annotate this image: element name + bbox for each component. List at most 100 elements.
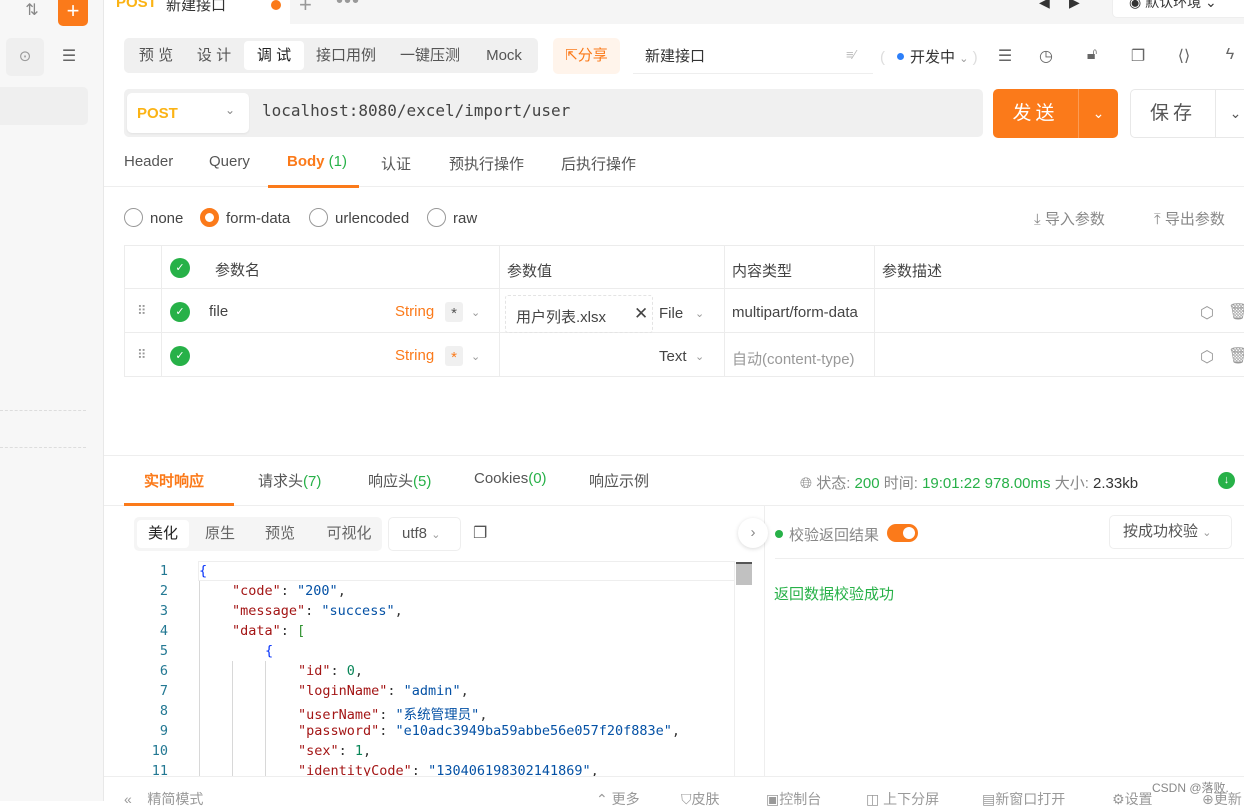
import-export-icon[interactable]: ⇅ [20, 0, 44, 22]
scrollbar-thumb[interactable] [736, 562, 752, 585]
tab-pretty[interactable]: 美化 [137, 520, 189, 548]
content-type-input[interactable]: 自动(content-type) [732, 348, 855, 369]
console-button[interactable]: ▣控制台 [766, 789, 821, 809]
value-type-select[interactable]: File [659, 305, 683, 322]
add-button[interactable]: + [58, 0, 88, 26]
trash-icon[interactable]: 🗑︎ [1228, 346, 1244, 366]
drag-handle-icon[interactable]: ⠿ [137, 303, 146, 319]
param-name-input[interactable]: file [209, 303, 228, 320]
row-checkbox[interactable]: ✓ [170, 346, 190, 366]
tab-mock[interactable]: Mock [474, 41, 534, 70]
tab-query[interactable]: Query [209, 153, 250, 170]
tab-visualize[interactable]: 可视化 [317, 520, 381, 548]
tab-live-response[interactable]: 实时响应 [144, 470, 204, 491]
split-view-button[interactable]: ◫ 上下分屏 [866, 789, 939, 809]
cube-icon[interactable]: ⬡ [1200, 347, 1214, 367]
save-options-chevron-icon[interactable]: ⌄ [1215, 90, 1244, 137]
export-params-button[interactable]: ⤒ 导出参数 [1154, 208, 1225, 229]
api-name-input[interactable]: 新建接口 [633, 38, 873, 74]
flash-icon[interactable]: ϟ [1220, 46, 1240, 64]
url-input[interactable] [262, 101, 962, 120]
tab-cookies[interactable]: Cookies(0) [474, 470, 547, 487]
outline-icon[interactable]: ☰ [995, 46, 1015, 66]
required-toggle[interactable]: * [445, 302, 463, 322]
more-button[interactable]: ⌃ 更多 [596, 789, 640, 809]
copy-icon[interactable]: ❐ [1128, 46, 1148, 66]
share-button[interactable]: ⇱分享 [553, 38, 620, 74]
chevron-down-icon[interactable]: ⌄ [695, 350, 704, 363]
code-token: , [394, 603, 403, 619]
trash-icon[interactable]: 🗑︎ [1228, 302, 1244, 322]
tab-request-headers[interactable]: 请求头(7) [258, 470, 321, 491]
tab-response-headers[interactable]: 响应头(5) [368, 470, 431, 491]
history-icon[interactable]: ◷ [1036, 46, 1056, 66]
param-type-select[interactable]: String [395, 347, 434, 364]
tab-debug[interactable]: 调 试 [244, 41, 304, 70]
tab-design[interactable]: 设 计 [185, 41, 243, 70]
content-type-input[interactable]: multipart/form-data [732, 304, 858, 321]
encoding-label: utf8 [402, 525, 428, 542]
save-button[interactable]: 保存 ⌄ [1130, 89, 1244, 138]
radio-form-data[interactable]: form-data [200, 208, 290, 227]
send-options-chevron-icon[interactable]: ⌄ [1078, 89, 1118, 138]
tab-cases[interactable]: 接口用例 [306, 41, 386, 70]
select-all-checkbox[interactable]: ✓ [170, 258, 190, 278]
copy-response-icon[interactable]: ❐ [473, 523, 487, 543]
tab-raw[interactable]: 原生 [194, 520, 246, 548]
validate-toggle[interactable] [887, 524, 918, 542]
radio-none[interactable]: none [124, 208, 183, 227]
new-tab-button[interactable]: + [299, 0, 312, 18]
api-status-select[interactable]: (开发中 ⌄ ) [880, 46, 978, 67]
collapse-all-icon[interactable]: ☰ [54, 38, 84, 76]
remove-file-icon[interactable]: ✕ [634, 304, 648, 324]
chevron-down-icon[interactable]: ⌄ [471, 306, 480, 319]
file-value[interactable]: 用户列表.xlsx ✕ [505, 295, 653, 333]
locate-icon[interactable]: ⊙ [6, 38, 44, 76]
simple-mode-button[interactable]: « 精简模式 [124, 789, 203, 809]
row-checkbox[interactable]: ✓ [170, 302, 190, 322]
tab-method: POST [116, 0, 157, 11]
tab-header[interactable]: Header [124, 153, 173, 170]
tab-body-label: Body [287, 153, 325, 170]
tab-post-script[interactable]: 后执行操作 [561, 153, 636, 174]
more-tabs-button[interactable]: ••• [336, 0, 360, 13]
import-params-button[interactable]: ⤓ 导入参数 [1034, 208, 1105, 229]
environment-select[interactable]: ◉ 默认环境 ⌄ [1112, 0, 1244, 18]
next-tab-icon[interactable]: ▶ [1069, 0, 1080, 11]
tab-preview[interactable]: 预览 [254, 520, 306, 548]
edit-icon[interactable]: ≡∕ [846, 47, 856, 62]
encoding-select[interactable]: utf8 ⌄ [388, 517, 461, 551]
skin-button[interactable]: ⛉皮肤 [681, 789, 720, 809]
code-token: "admin" [403, 683, 461, 699]
radio-raw[interactable]: raw [427, 208, 477, 227]
code-icon[interactable]: ⟨⟩ [1174, 46, 1194, 66]
new-window-button[interactable]: ▤新窗口打开 [982, 789, 1065, 809]
collapse-panel-button[interactable]: › [738, 518, 768, 548]
chevron-down-icon[interactable]: ⌄ [695, 307, 704, 320]
tab-preview[interactable]: 预 览 [127, 41, 185, 70]
tab-body[interactable]: Body (1) [287, 153, 347, 170]
vertical-scrollbar[interactable] [734, 561, 752, 776]
cube-icon[interactable]: ⬡ [1200, 303, 1214, 323]
tab-auth[interactable]: 认证 [381, 153, 411, 174]
validate-mode-select[interactable]: 按成功校验 ⌄ [1109, 515, 1232, 549]
current-line-highlight [198, 561, 735, 581]
drag-handle-icon[interactable]: ⠿ [137, 347, 146, 363]
tab-stress-test[interactable]: 一键压测 [390, 41, 470, 70]
unlock-icon[interactable]: 🔓︎ [1082, 46, 1102, 64]
send-button[interactable]: 发送 ⌄ [993, 89, 1118, 138]
download-response-icon[interactable]: ↓ [1218, 472, 1235, 489]
sidebar-selected-item[interactable] [0, 87, 88, 125]
chevron-down-icon[interactable]: ⌄ [471, 350, 480, 363]
tab-new-api[interactable]: POST 新建接口 [104, 0, 290, 24]
radio-urlencoded[interactable]: urlencoded [309, 208, 409, 227]
param-type-select[interactable]: String [395, 303, 434, 320]
prev-tab-icon[interactable]: ◀ [1039, 0, 1050, 11]
required-toggle[interactable]: * [445, 346, 463, 366]
tab-pre-script[interactable]: 预执行操作 [449, 153, 524, 174]
tab-response-examples[interactable]: 响应示例 [589, 470, 649, 491]
method-select[interactable]: POST ⌄ [127, 93, 249, 133]
value-type-select[interactable]: Text [659, 348, 687, 365]
settings-button[interactable]: ⚙设置 [1112, 789, 1153, 809]
response-code-editor[interactable]: 1 {2 "code": "200", 3 "message": "success", 4… [134, 561, 754, 776]
